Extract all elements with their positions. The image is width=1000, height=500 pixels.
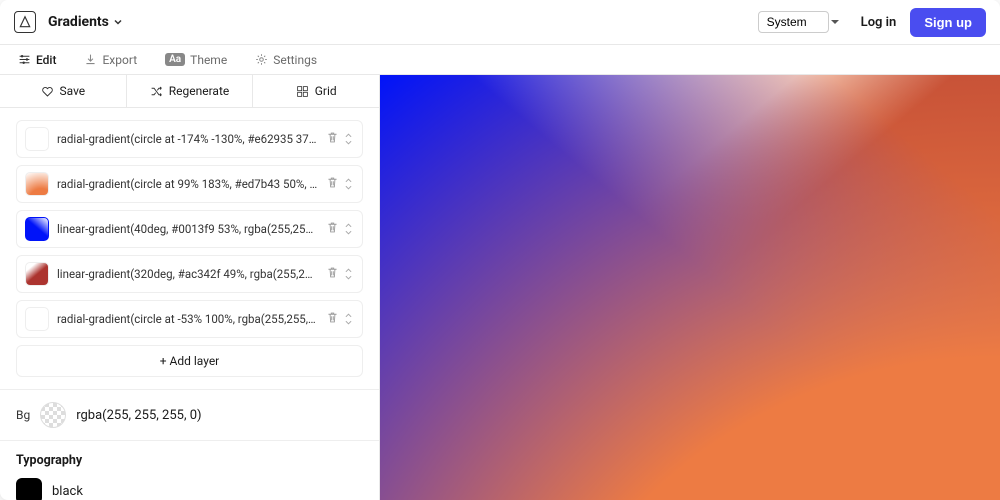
delete-layer-button[interactable]	[326, 176, 339, 193]
trash-icon	[326, 176, 339, 189]
delete-layer-button[interactable]	[326, 131, 339, 148]
layer-controls	[326, 311, 354, 328]
grid-label: Grid	[315, 84, 337, 98]
reorder-arrows	[343, 312, 354, 326]
layers-list: radial-gradient(circle at -174% -130%, #…	[0, 108, 379, 389]
add-layer-button[interactable]: + Add layer	[16, 345, 363, 377]
reorder-arrows	[343, 222, 354, 236]
layer-css-text: radial-gradient(circle at 99% 183%, #ed7…	[57, 177, 318, 191]
toolbar-export[interactable]: Export	[84, 53, 137, 67]
typography-heading: Typography	[16, 453, 363, 468]
arrow-up-icon[interactable]	[343, 132, 354, 139]
save-button[interactable]: Save	[0, 75, 127, 107]
arrow-up-icon[interactable]	[343, 222, 354, 229]
layer-row[interactable]: radial-gradient(circle at -174% -130%, #…	[16, 120, 363, 158]
toolbar-theme[interactable]: Aa Theme	[165, 53, 227, 67]
trash-icon	[326, 311, 339, 324]
toolbar-export-label: Export	[102, 53, 137, 67]
arrow-up-icon[interactable]	[343, 177, 354, 184]
toolbar-settings-label: Settings	[273, 53, 317, 67]
shuffle-icon	[150, 85, 163, 98]
preview-canvas	[380, 75, 1000, 500]
typography-section: Typography black Text	[0, 440, 379, 500]
grid-button[interactable]: Grid	[253, 75, 379, 107]
layer-swatch[interactable]	[25, 307, 49, 331]
text-color-row[interactable]: black	[16, 478, 363, 500]
arrow-down-icon[interactable]	[343, 184, 354, 191]
arrow-down-icon[interactable]	[343, 274, 354, 281]
app-logo	[14, 11, 36, 33]
font-select-wrap[interactable]: System	[758, 11, 845, 33]
grid-icon	[296, 85, 309, 98]
layer-swatch[interactable]	[25, 127, 49, 151]
layer-row[interactable]: radial-gradient(circle at 99% 183%, #ed7…	[16, 165, 363, 203]
layer-row[interactable]: radial-gradient(circle at -53% 100%, rgb…	[16, 300, 363, 338]
arrow-up-icon[interactable]	[343, 267, 354, 274]
layer-controls	[326, 266, 354, 283]
layer-swatch[interactable]	[25, 262, 49, 286]
layer-row[interactable]: linear-gradient(320deg, #ac342f 49%, rgb…	[16, 255, 363, 293]
theme-badge-icon: Aa	[165, 53, 185, 66]
download-icon	[84, 53, 97, 66]
heart-icon	[41, 85, 54, 98]
toolbar-edit-label: Edit	[36, 53, 56, 67]
page-title[interactable]: Gradients	[48, 14, 123, 30]
delete-layer-button[interactable]	[326, 266, 339, 283]
trash-icon	[326, 266, 339, 279]
chevron-down-icon	[113, 17, 123, 27]
bg-value: rgba(255, 255, 255, 0)	[76, 408, 201, 423]
page-title-text: Gradients	[48, 14, 109, 30]
bg-label: Bg	[16, 408, 30, 422]
sliders-icon	[18, 53, 31, 66]
save-label: Save	[60, 84, 86, 98]
trash-icon	[326, 221, 339, 234]
reorder-arrows	[343, 132, 354, 146]
delete-layer-button[interactable]	[326, 221, 339, 238]
signup-button[interactable]: Sign up	[910, 8, 986, 37]
text-color-swatch[interactable]	[16, 478, 42, 500]
toolbar: Edit Export Aa Theme Settings	[0, 45, 1000, 75]
layer-swatch[interactable]	[25, 217, 49, 241]
layer-controls	[326, 176, 354, 193]
layer-controls	[326, 221, 354, 238]
layer-swatch[interactable]	[25, 172, 49, 196]
layer-css-text: linear-gradient(320deg, #ac342f 49%, rgb…	[57, 267, 318, 281]
toolbar-theme-label: Theme	[190, 53, 227, 67]
layer-css-text: radial-gradient(circle at -53% 100%, rgb…	[57, 312, 318, 326]
layer-css-text: linear-gradient(40deg, #0013f9 53%, rgba…	[57, 222, 318, 236]
login-link[interactable]: Log in	[861, 15, 897, 30]
layer-css-text: radial-gradient(circle at -174% -130%, #…	[57, 132, 318, 146]
arrow-down-icon[interactable]	[343, 139, 354, 146]
bg-swatch[interactable]	[40, 402, 66, 428]
gear-icon	[255, 53, 268, 66]
toolbar-settings[interactable]: Settings	[255, 53, 317, 67]
background-row[interactable]: Bg rgba(255, 255, 255, 0)	[0, 389, 379, 440]
toolbar-edit[interactable]: Edit	[18, 53, 56, 67]
regenerate-button[interactable]: Regenerate	[127, 75, 254, 107]
font-select[interactable]: System	[758, 11, 829, 33]
layer-controls	[326, 131, 354, 148]
main: Save Regenerate Grid radial-gradient(cir…	[0, 75, 1000, 500]
reorder-arrows	[343, 267, 354, 281]
regenerate-label: Regenerate	[169, 84, 230, 98]
text-color-name: black	[52, 484, 83, 499]
layer-row[interactable]: linear-gradient(40deg, #0013f9 53%, rgba…	[16, 210, 363, 248]
arrow-up-icon[interactable]	[343, 312, 354, 319]
arrow-down-icon[interactable]	[343, 229, 354, 236]
arrow-down-icon[interactable]	[343, 319, 354, 326]
gradient-preview	[380, 75, 1000, 500]
reorder-arrows	[343, 177, 354, 191]
app-header: Gradients System Log in Sign up	[0, 0, 1000, 45]
action-row: Save Regenerate Grid	[0, 75, 379, 108]
sidebar: Save Regenerate Grid radial-gradient(cir…	[0, 75, 380, 500]
trash-icon	[326, 131, 339, 144]
delete-layer-button[interactable]	[326, 311, 339, 328]
